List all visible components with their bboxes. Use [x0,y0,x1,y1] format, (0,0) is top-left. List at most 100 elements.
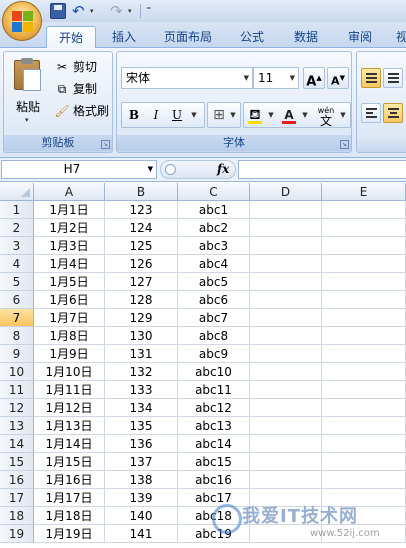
bold-button[interactable]: B [123,104,145,126]
cell-c8[interactable]: abc8 [178,327,250,345]
row-header[interactable]: 19 [0,525,34,543]
cell-b10[interactable]: 132 [105,363,178,381]
cell-b17[interactable]: 139 [105,489,178,507]
row-header[interactable]: 8 [0,327,34,345]
cell-b11[interactable]: 133 [105,381,178,399]
cell-b7[interactable]: 129 [105,309,178,327]
column-header-a[interactable]: A [34,183,105,201]
grow-font-button[interactable]: A▲ [303,67,325,89]
cell-c12[interactable]: abc12 [178,399,250,417]
cell-c10[interactable]: abc10 [178,363,250,381]
cell-e2[interactable] [322,219,406,237]
chevron-down-icon[interactable]: ▼ [244,68,249,88]
align-top-icon[interactable] [361,68,381,88]
cell-d15[interactable] [250,453,322,471]
cell-a14[interactable]: 1月14日 [34,435,105,453]
cell-e11[interactable] [322,381,406,399]
column-header-d[interactable]: D [250,183,322,201]
copy-button[interactable]: ⧉ 复制 [54,80,97,98]
row-header[interactable]: 13 [0,417,34,435]
cell-c14[interactable]: abc14 [178,435,250,453]
undo-dropdown-icon[interactable]: ▾ [90,3,106,19]
redo-icon[interactable]: ↷ [110,3,126,19]
cell-c6[interactable]: abc6 [178,291,250,309]
row-header[interactable]: 9 [0,345,34,363]
clipboard-dialog-launcher-icon[interactable]: ↘ [101,140,110,149]
row-header[interactable]: 12 [0,399,34,417]
paste-button[interactable]: 粘贴 [16,98,40,115]
undo-icon[interactable]: ↶ [72,3,88,19]
underline-button[interactable]: U [167,104,187,126]
tab-data[interactable]: 数据 [286,26,326,48]
cell-b15[interactable]: 137 [105,453,178,471]
row-header[interactable]: 2 [0,219,34,237]
row-header[interactable]: 6 [0,291,34,309]
row-header[interactable]: 18 [0,507,34,525]
tab-home[interactable]: 开始 [46,26,96,49]
cell-c3[interactable]: abc3 [178,237,250,255]
row-header[interactable]: 11 [0,381,34,399]
cell-d13[interactable] [250,417,322,435]
cell-b12[interactable]: 134 [105,399,178,417]
cell-e14[interactable] [322,435,406,453]
cell-e8[interactable] [322,327,406,345]
cell-d6[interactable] [250,291,322,309]
cell-c13[interactable]: abc13 [178,417,250,435]
cell-a15[interactable]: 1月15日 [34,453,105,471]
cell-c16[interactable]: abc16 [178,471,250,489]
cell-a1[interactable]: 1月1日 [34,201,105,219]
row-header[interactable]: 4 [0,255,34,273]
cell-d10[interactable] [250,363,322,381]
cell-b19[interactable]: 141 [105,525,178,543]
save-icon[interactable] [50,3,66,19]
cell-e16[interactable] [322,471,406,489]
cell-a2[interactable]: 1月2日 [34,219,105,237]
paste-dropdown-icon[interactable]: ▾ [25,116,29,124]
phonetic-dropdown-icon[interactable]: ▼ [337,104,349,126]
chevron-down-icon[interactable]: ▼ [148,161,153,178]
tab-page-layout[interactable]: 页面布局 [156,26,220,48]
row-header[interactable]: 1 [0,201,34,219]
cell-e9[interactable] [322,345,406,363]
cell-e7[interactable] [322,309,406,327]
cell-b2[interactable]: 124 [105,219,178,237]
row-header[interactable]: 16 [0,471,34,489]
cell-e10[interactable] [322,363,406,381]
redo-dropdown-icon[interactable]: ▾ [128,3,144,19]
row-header[interactable]: 10 [0,363,34,381]
format-painter-button[interactable]: 🖌 格式刷 [54,102,109,120]
cell-a13[interactable]: 1月13日 [34,417,105,435]
cell-d12[interactable] [250,399,322,417]
tab-review[interactable]: 审阅 [340,26,380,48]
align-center-icon[interactable] [383,103,403,123]
cell-e13[interactable] [322,417,406,435]
column-header-b[interactable]: B [105,183,178,201]
tab-formulas[interactable]: 公式 [232,26,272,48]
cell-a5[interactable]: 1月5日 [34,273,105,291]
cell-b1[interactable]: 123 [105,201,178,219]
cell-b9[interactable]: 131 [105,345,178,363]
cell-d16[interactable] [250,471,322,489]
column-header-c[interactable]: C [178,183,250,201]
formula-input[interactable] [238,160,406,179]
tab-insert[interactable]: 插入 [104,26,144,48]
cell-b3[interactable]: 125 [105,237,178,255]
cell-d8[interactable] [250,327,322,345]
cell-c9[interactable]: abc9 [178,345,250,363]
name-box[interactable]: H7 ▼ [1,160,157,179]
cell-c2[interactable]: abc2 [178,219,250,237]
cell-c4[interactable]: abc4 [178,255,250,273]
cell-b8[interactable]: 130 [105,327,178,345]
cell-d14[interactable] [250,435,322,453]
font-color-dropdown-icon[interactable]: ▼ [299,104,311,126]
tab-view[interactable]: 视 [392,26,406,48]
cell-a10[interactable]: 1月10日 [34,363,105,381]
row-header[interactable]: 7 [0,309,34,327]
cell-e1[interactable] [322,201,406,219]
cell-d7[interactable] [250,309,322,327]
cell-e6[interactable] [322,291,406,309]
underline-dropdown-icon[interactable]: ▼ [187,104,201,126]
row-header[interactable]: 5 [0,273,34,291]
cut-button[interactable]: ✂ 剪切 [54,58,97,76]
cell-b13[interactable]: 135 [105,417,178,435]
